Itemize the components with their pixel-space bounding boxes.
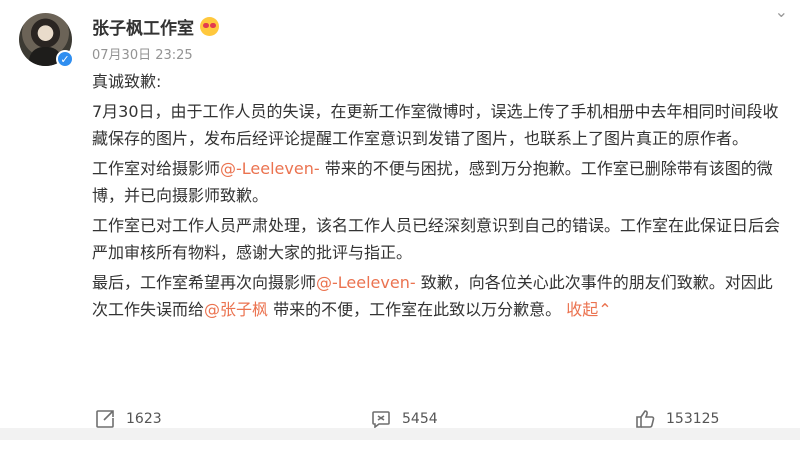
heart-eyes-emoji-icon [200,17,219,36]
post-paragraph-1: 7月30日，由于工作人员的失误，在更新工作室微博时，误选上传了手机相册中去年相同… [92,102,779,148]
post-paragraph-4: 最后，工作室希望再次向摄影师@-Leeleven- 致歉，向各位关心此次事件的朋… [92,269,788,323]
more-options-chevron-icon[interactable]: ⌄ [775,2,788,21]
p4-text-c: 带来的不便，工作室在此致以万分歉意。 [268,300,567,319]
mention-zhangzifeng-link[interactable]: @张子枫 [204,300,268,319]
avatar-container[interactable]: ✓ [19,13,74,68]
collapse-label: 收起 [566,300,599,319]
post-author[interactable]: 张子枫工作室 [92,14,219,39]
repost-button[interactable]: 1623 [94,408,162,430]
p4-text-a: 最后，工作室希望再次向摄影师 [92,273,317,292]
post-paragraph-2: 工作室对给摄影师@-Leeleven- 带来的不便与困扰，感到万分抱歉。工作室已… [92,155,788,209]
thumbs-up-icon [634,408,656,430]
mention-photographer-link-2[interactable]: @-Leeleven- [316,273,416,292]
collapse-button[interactable]: 收起⌃ [566,300,611,319]
post-time[interactable]: 07月30日 23:25 [92,44,193,63]
mention-photographer-link[interactable]: @-Leeleven- [220,159,320,178]
verified-badge-icon: ✓ [56,50,74,68]
post-title-line: 真诚致歉: [92,72,162,91]
post-content: 真诚致歉: 7月30日，由于工作人员的失误，在更新工作室微博时，误选上传了手机相… [92,68,788,326]
comment-count: 5454 [402,411,438,427]
author-name[interactable]: 张子枫工作室 [92,14,194,39]
footer-divider [0,428,800,440]
chevron-up-icon: ⌃ [598,300,612,319]
comment-button[interactable]: 5454 [370,408,438,430]
like-button[interactable]: 153125 [634,408,719,430]
post-actions-bar: 1623 5454 153125 [0,400,800,440]
repost-count: 1623 [126,411,162,427]
post-paragraph-3: 工作室已对工作人员严肃处理，该名工作人员已经深刻意识到自己的错误。工作室在此保证… [92,216,781,262]
comment-icon [370,408,392,430]
like-count: 153125 [666,411,720,427]
repost-icon [94,408,116,430]
p2-text-a: 工作室对给摄影师 [92,159,221,178]
